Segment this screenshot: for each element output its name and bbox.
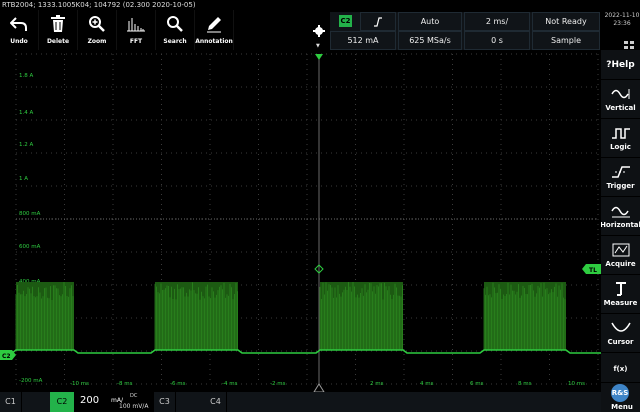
trigger-label: Trigger (606, 182, 634, 190)
y-tick-label: 600 mA (19, 244, 41, 250)
cursor-button[interactable]: Cursor (601, 314, 640, 353)
pen-icon (202, 13, 226, 35)
layout-grid-icon[interactable] (624, 34, 634, 42)
x-tick-label: 8 ms (518, 381, 532, 387)
acquire-icon (610, 242, 632, 258)
logic-label: Logic (610, 143, 631, 151)
logic-button[interactable]: Logic (601, 119, 640, 158)
c2-coupling: DC (130, 393, 137, 399)
acquisition-info-panel[interactable]: C2 Auto 2 ms/ Not Ready 512 mA 625 MSa/s… (330, 12, 600, 50)
cursor-label: Cursor (607, 338, 633, 346)
side-menu: ?Help Vertical Logic Trigger Horizontal … (601, 50, 640, 412)
toolbar: Undo Delete Zoom FFT Search Annotation (0, 10, 254, 50)
y-tick-label: 1.4 A (19, 110, 33, 116)
delete-button[interactable]: Delete (39, 10, 78, 50)
trash-icon (46, 13, 70, 35)
undo-button[interactable]: Undo (0, 10, 39, 50)
y-tick-label: 1.8 A (19, 73, 33, 79)
time-offset[interactable]: 0 s (464, 31, 530, 50)
annotation-button[interactable]: Annotation (195, 10, 234, 50)
y-tick-label: 800 mA (19, 211, 41, 217)
trigger-level[interactable]: 512 mA (330, 31, 396, 50)
x-tick-label: -4 ms (222, 381, 238, 387)
search-label: Search (163, 38, 186, 45)
trigger-level-marker-label: TL (589, 267, 597, 274)
trigger-button[interactable]: Trigger (601, 158, 640, 197)
channel-bar: C1 C2 200 mA/ DC 100 mV/A C3 C4 (0, 392, 601, 412)
x-tick-label: -2 ms (270, 381, 286, 387)
c2-trace (0, 350, 601, 353)
fft-icon (124, 13, 148, 35)
instrument-title: RTB2004; 1333.1005K04; 104792 (02.300 20… (0, 0, 600, 10)
fft-button[interactable]: FFT (117, 10, 156, 50)
trigger-icon (610, 164, 632, 180)
y-tick-label: 1.2 A (19, 142, 33, 148)
date-text: 2022-11-10 (604, 12, 640, 20)
search-button[interactable]: Search (156, 10, 195, 50)
y-tick-label: -200 mA (19, 378, 43, 384)
channel-tab-c4[interactable]: C4 (205, 392, 227, 412)
logic-icon (610, 125, 632, 141)
rs-logo-icon[interactable]: R&S (611, 384, 629, 402)
c2-probe-factor: 100 mV/A (119, 403, 148, 410)
zoom-label: Zoom (88, 38, 107, 45)
acquire-button[interactable]: Acquire (601, 236, 640, 275)
math-button[interactable]: f(x) (601, 353, 640, 383)
channel-tab-c2[interactable]: C2 (50, 392, 74, 412)
c2-scale-readout[interactable]: 200 mA/ DC 100 mV/A (74, 392, 154, 412)
help-button[interactable]: ?Help (601, 50, 640, 80)
fft-label: FFT (130, 38, 142, 45)
measure-button[interactable]: Measure (601, 275, 640, 314)
y-tick-label: 1 A (19, 176, 28, 182)
measure-icon (610, 281, 632, 297)
vertical-button[interactable]: Vertical (601, 80, 640, 119)
trigger-mode[interactable]: Auto (398, 12, 462, 31)
x-tick-label: 2 ms (370, 381, 384, 387)
zoom-icon (85, 13, 109, 35)
waveform-display[interactable]: 1.8 A1.4 A1.2 A1 A800 mA600 mA400 mA200 … (0, 50, 601, 392)
channel-tab-c3[interactable]: C3 (154, 392, 176, 412)
horizontal-label: Horizontal (600, 221, 640, 229)
time-reference-marker (314, 384, 324, 392)
menu-button[interactable]: Menu (604, 403, 640, 411)
annotation-label: Annotation (195, 38, 233, 45)
channel-tab-c1[interactable]: C1 (0, 392, 22, 412)
search-icon (163, 13, 187, 35)
waveform-grid[interactable]: 1.8 A1.4 A1.2 A1 A800 mA600 mA400 mA200 … (0, 50, 601, 392)
x-tick-label: 10 ms (568, 381, 585, 387)
vertical-wave-icon (610, 86, 632, 102)
chevron-down-icon[interactable]: ▼ (316, 43, 320, 49)
c2-scale-value: 200 (80, 395, 99, 406)
time-text: 23:36 (604, 20, 640, 28)
undo-icon (7, 13, 31, 35)
rising-edge-icon (373, 17, 383, 27)
measure-label: Measure (604, 299, 638, 307)
horizontal-wave-icon (610, 203, 632, 219)
acquire-label: Acquire (605, 260, 635, 268)
x-tick-label: -8 ms (117, 381, 133, 387)
x-tick-label: 6 ms (470, 381, 484, 387)
undo-label: Undo (10, 38, 28, 45)
math-label: f(x) (614, 365, 628, 373)
trigger-slope-cell[interactable] (360, 12, 396, 31)
x-tick-label: -10 ms (70, 381, 89, 387)
run-status[interactable]: Not Ready (532, 12, 600, 31)
trigger-position-marker (315, 54, 323, 60)
vertical-label: Vertical (605, 104, 635, 112)
horizontal-button[interactable]: Horizontal (601, 197, 640, 236)
trigger-channel-badge[interactable]: C2 (339, 15, 352, 27)
cursor-icon (610, 320, 632, 336)
channel-c2-marker-label: C2 (2, 353, 11, 360)
delete-label: Delete (47, 38, 69, 45)
settings-gear-icon[interactable] (312, 24, 326, 38)
x-tick-label: -6 ms (170, 381, 186, 387)
zoom-button[interactable]: Zoom (78, 10, 117, 50)
acquisition-mode[interactable]: Sample (532, 31, 600, 50)
timebase[interactable]: 2 ms/ (464, 12, 530, 31)
sample-rate[interactable]: 625 MSa/s (398, 31, 462, 50)
x-tick-label: 4 ms (420, 381, 434, 387)
datetime: 2022-11-10 23:36 (604, 12, 640, 28)
